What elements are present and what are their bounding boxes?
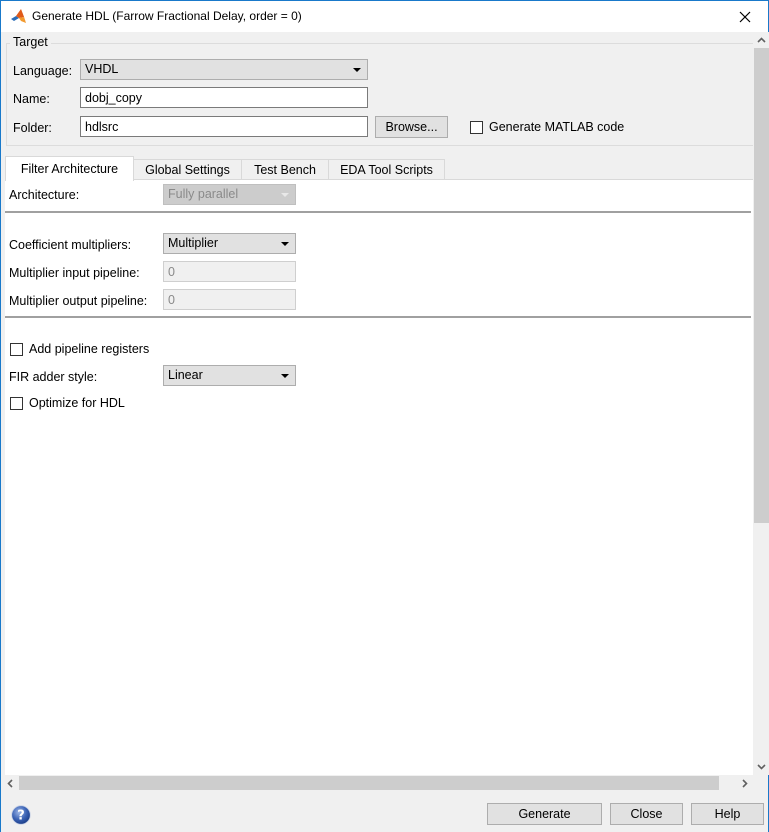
optimize-for-hdl-label: Optimize for HDL [29, 396, 125, 410]
help-question-icon[interactable]: ? [11, 805, 31, 825]
horizontal-scroll-thumb[interactable] [19, 776, 719, 790]
chevron-down-icon [281, 242, 289, 246]
tab-global-settings[interactable]: Global Settings [133, 159, 242, 181]
checkbox-box[interactable] [10, 396, 23, 410]
dialog-footer: ? Generate Close Help [1, 791, 768, 832]
architecture-label: Architecture: [9, 188, 80, 202]
horizontal-scrollbar[interactable] [1, 775, 753, 791]
divider [5, 211, 751, 213]
language-value: VHDL [85, 62, 119, 76]
scroll-down-button[interactable] [753, 759, 769, 775]
scroll-up-button[interactable] [753, 32, 769, 48]
vertical-scrollbar[interactable] [753, 32, 769, 775]
folder-label: Folder: [13, 121, 52, 135]
coeff-multipliers-label: Coefficient multipliers: [9, 238, 132, 252]
checkbox-box[interactable] [470, 120, 483, 134]
chevron-down-icon [353, 68, 361, 72]
fir-adder-style-value: Linear [168, 368, 203, 382]
filter-architecture-panel: Architecture: Fully parallel Coefficient… [5, 179, 753, 775]
generate-button[interactable]: Generate [487, 803, 602, 825]
chevron-down-icon [281, 374, 289, 378]
language-dropdown[interactable]: VHDL [80, 59, 368, 80]
chevron-left-icon [6, 778, 13, 788]
optimize-for-hdl-checkbox[interactable]: Optimize for HDL [10, 396, 125, 410]
coeff-multipliers-dropdown[interactable]: Multiplier [163, 233, 296, 254]
close-button[interactable]: Close [610, 803, 683, 825]
tab-eda-tool-scripts[interactable]: EDA Tool Scripts [328, 159, 445, 181]
name-input[interactable] [80, 87, 368, 108]
tab-filter-architecture[interactable]: Filter Architecture [5, 156, 134, 181]
fir-adder-style-dropdown[interactable]: Linear [163, 365, 296, 386]
title-bar: Generate HDL (Farrow Fractional Delay, o… [1, 1, 768, 32]
vertical-scroll-thumb[interactable] [754, 48, 769, 523]
matlab-logo-icon [11, 9, 26, 23]
chevron-right-icon [741, 778, 748, 788]
checkbox-box[interactable] [10, 342, 23, 356]
scroll-right-button[interactable] [736, 775, 753, 791]
folder-input[interactable] [80, 116, 368, 137]
svg-text:?: ? [17, 809, 25, 824]
generate-matlab-checkbox[interactable]: Generate MATLAB code [470, 120, 624, 134]
browse-button[interactable]: Browse... [375, 116, 448, 138]
scroll-left-button[interactable] [1, 775, 18, 791]
mult-output-pipeline-label: Multiplier output pipeline: [9, 294, 148, 308]
mult-input-pipeline-input [163, 261, 296, 282]
mult-output-pipeline-input [163, 289, 296, 310]
language-label: Language: [13, 64, 73, 78]
divider [5, 316, 751, 318]
chevron-up-icon [756, 37, 766, 43]
chevron-down-icon [281, 193, 289, 197]
add-pipeline-registers-checkbox[interactable]: Add pipeline registers [10, 342, 149, 356]
fir-adder-style-label: FIR adder style: [9, 370, 98, 384]
tab-test-bench[interactable]: Test Bench [241, 159, 329, 181]
window-title: Generate HDL (Farrow Fractional Delay, o… [32, 9, 302, 23]
add-pipeline-registers-label: Add pipeline registers [29, 342, 150, 356]
close-icon [739, 11, 751, 22]
target-group-label: Target [10, 35, 51, 49]
window-close-button[interactable] [722, 1, 768, 32]
generate-hdl-dialog: Generate HDL (Farrow Fractional Delay, o… [0, 0, 769, 832]
mult-input-pipeline-label: Multiplier input pipeline: [9, 266, 140, 280]
name-label: Name: [13, 92, 50, 106]
architecture-dropdown: Fully parallel [163, 184, 296, 205]
chevron-down-icon [756, 764, 766, 770]
coeff-multipliers-value: Multiplier [168, 236, 219, 250]
help-button[interactable]: Help [691, 803, 764, 825]
architecture-value: Fully parallel [168, 187, 239, 201]
scroll-content: Target Language: VHDL Name: Folder: Brow… [1, 32, 753, 775]
generate-matlab-label: Generate MATLAB code [489, 120, 625, 134]
